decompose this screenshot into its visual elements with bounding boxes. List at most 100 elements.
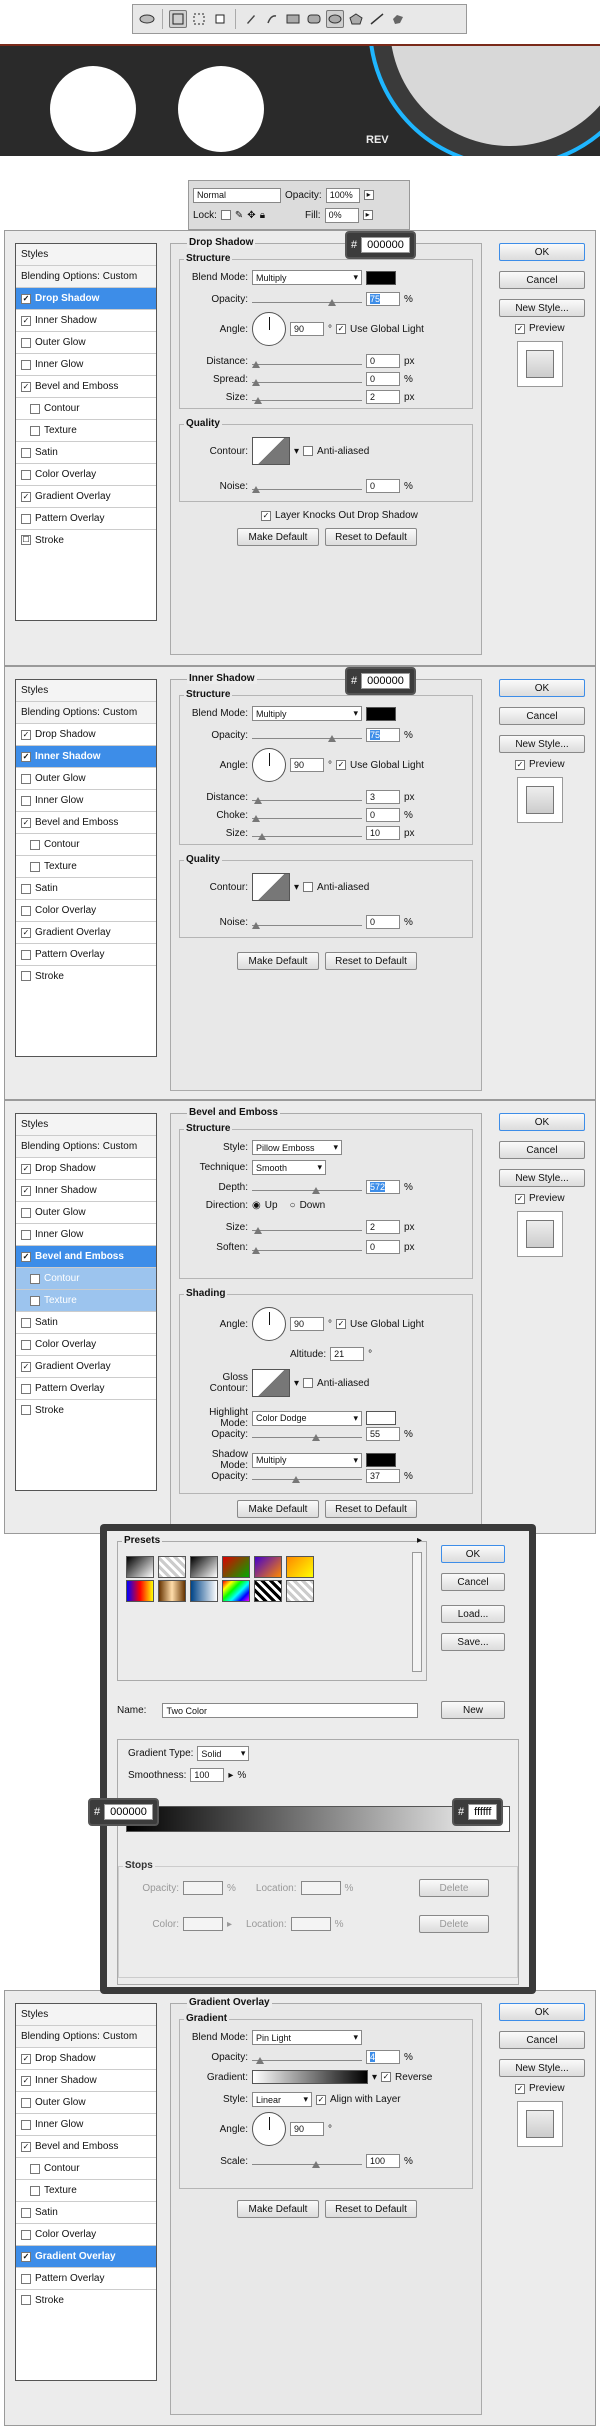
style-contour[interactable]: Contour	[16, 398, 156, 420]
distance-input[interactable]: 0	[366, 354, 400, 368]
blend-mode-dropdown[interactable]: Pin Light ▾	[252, 2030, 362, 2045]
styles-header[interactable]: Styles	[16, 1114, 156, 1136]
preset-swatch[interactable]	[190, 1580, 218, 1602]
style-satin[interactable]: Satin	[16, 2202, 156, 2224]
fill-pixels-icon[interactable]	[211, 10, 229, 28]
align-checkbox[interactable]: Align with Layer	[330, 2094, 401, 2105]
styles-header[interactable]: Styles	[16, 2004, 156, 2026]
preview-checkbox[interactable]: Preview	[529, 759, 565, 770]
save-button[interactable]: Save...	[441, 1633, 505, 1651]
pen-icon[interactable]	[242, 10, 260, 28]
opacity-input[interactable]: 4	[366, 2050, 400, 2064]
altitude-input[interactable]: 21	[330, 1347, 365, 1361]
style-satin[interactable]: Satin	[16, 878, 156, 900]
shadow-mode-dropdown[interactable]: Multiply ▾	[252, 1452, 362, 1468]
angle-dial[interactable]	[252, 748, 286, 782]
make-default-button[interactable]: Make Default	[237, 528, 319, 546]
new-style-button[interactable]: New Style...	[499, 299, 585, 317]
load-button[interactable]: Load...	[441, 1605, 505, 1623]
preset-swatch[interactable]	[126, 1580, 154, 1602]
left-stop-hex-input[interactable]: 000000	[104, 1804, 153, 1820]
style-satin[interactable]: Satin	[16, 442, 156, 464]
styles-header[interactable]: Styles	[16, 680, 156, 702]
make-default-button[interactable]: Make Default	[237, 952, 319, 970]
hex-input[interactable]: 000000	[361, 673, 410, 689]
technique-dropdown[interactable]: Smooth ▾	[252, 1160, 326, 1175]
noise-input[interactable]: 0	[366, 915, 400, 929]
style-gradient-overlay[interactable]: ✓ Gradient Overlay	[16, 2246, 156, 2268]
style-inner-shadow[interactable]: ✓ Inner Shadow	[16, 1180, 156, 1202]
use-global-light-checkbox[interactable]: Use Global Light	[350, 760, 424, 771]
make-default-button[interactable]: Make Default	[237, 2200, 319, 2218]
preview-checkbox[interactable]: Preview	[529, 2083, 565, 2094]
ok-button[interactable]: OK	[441, 1545, 505, 1563]
angle-input[interactable]: 90	[290, 2122, 324, 2136]
line-icon[interactable]	[368, 10, 386, 28]
shadow-color-swatch[interactable]	[366, 1453, 396, 1467]
opacity-input[interactable]: 75	[366, 292, 400, 306]
anti-aliased-checkbox[interactable]: Anti-aliased	[317, 446, 369, 457]
right-stop-hex-input[interactable]: ffffff	[468, 1804, 498, 1820]
style-color-overlay[interactable]: Color Overlay	[16, 900, 156, 922]
gradient-type-dropdown[interactable]: Solid ▾	[197, 1746, 250, 1761]
blend-mode-dropdown[interactable]: Multiply ▾	[252, 270, 362, 285]
soften-slider[interactable]	[252, 1243, 362, 1254]
style-inner-shadow[interactable]: ✓ Inner Shadow	[16, 746, 156, 768]
stop-color-location-input[interactable]	[290, 1917, 331, 1931]
gradient-preview[interactable]	[252, 2070, 368, 2084]
style-contour[interactable]: Contour	[16, 2158, 156, 2180]
ok-button[interactable]: OK	[499, 2003, 585, 2021]
style-stroke[interactable]: Stroke	[16, 2290, 156, 2380]
highlight-mode-dropdown[interactable]: Color Dodge ▾	[252, 1410, 362, 1426]
cancel-button[interactable]: Cancel	[499, 1141, 585, 1159]
spread-input[interactable]: 0	[366, 372, 400, 386]
preset-swatch[interactable]	[126, 1556, 154, 1578]
style-outer-glow[interactable]: Outer Glow	[16, 332, 156, 354]
opacity-input[interactable]: 75	[366, 728, 400, 742]
new-style-button[interactable]: New Style...	[499, 735, 585, 753]
style-inner-glow[interactable]: Inner Glow	[16, 1224, 156, 1246]
shadow-opacity-slider[interactable]	[252, 1472, 362, 1483]
depth-slider[interactable]	[252, 1183, 362, 1194]
contour-picker[interactable]	[252, 437, 290, 465]
new-style-button[interactable]: New Style...	[499, 1169, 585, 1187]
contour-picker[interactable]	[252, 873, 290, 901]
anti-aliased-checkbox[interactable]: Anti-aliased	[317, 882, 369, 893]
polygon-icon[interactable]	[347, 10, 365, 28]
spread-slider[interactable]	[252, 375, 362, 386]
noise-slider[interactable]	[252, 918, 362, 929]
shadow-color-swatch[interactable]	[366, 270, 396, 285]
style-pattern-overlay[interactable]: Pattern Overlay	[16, 1378, 156, 1400]
highlight-opacity-slider[interactable]	[252, 1430, 362, 1441]
style-stroke[interactable]: ☐ Stroke	[16, 530, 156, 620]
cancel-button[interactable]: Cancel	[499, 707, 585, 725]
opacity-slider[interactable]	[252, 295, 362, 306]
hex-input[interactable]: 000000	[361, 237, 410, 253]
rectangle-icon[interactable]	[284, 10, 302, 28]
style-drop-shadow[interactable]: ✓ Drop Shadow	[16, 2048, 156, 2070]
style-outer-glow[interactable]: Outer Glow	[16, 768, 156, 790]
style-stroke[interactable]: Stroke	[16, 1400, 156, 1490]
noise-slider[interactable]	[252, 482, 362, 493]
smoothness-input[interactable]: 100	[190, 1768, 225, 1782]
stop-location-input[interactable]	[300, 1881, 341, 1895]
gloss-contour-picker[interactable]	[252, 1369, 290, 1397]
fill-input[interactable]: 0%	[324, 207, 359, 223]
use-global-light-checkbox[interactable]: Use Global Light	[350, 1319, 424, 1330]
size-slider[interactable]	[252, 393, 362, 404]
lock-brush-icon[interactable]: ✎	[235, 210, 243, 221]
style-pattern-overlay[interactable]: Pattern Overlay	[16, 508, 156, 530]
size-slider[interactable]	[252, 1223, 362, 1234]
style-bevel-emboss[interactable]: ✓ Bevel and Emboss	[16, 376, 156, 398]
distance-input[interactable]: 3	[366, 790, 400, 804]
use-global-light-checkbox[interactable]: Use Global Light	[350, 324, 424, 335]
make-default-button[interactable]: Make Default	[237, 1500, 319, 1518]
distance-slider[interactable]	[252, 357, 362, 368]
name-input[interactable]: Two Color	[162, 1703, 419, 1718]
stop-color-swatch[interactable]	[183, 1917, 223, 1931]
style-texture[interactable]: Texture	[16, 1290, 156, 1312]
arrow-icon[interactable]: ▸	[362, 210, 373, 220]
rounded-rectangle-icon[interactable]	[305, 10, 323, 28]
style-color-overlay[interactable]: Color Overlay	[16, 1334, 156, 1356]
style-bevel-emboss[interactable]: ✓ Bevel and Emboss	[16, 1246, 156, 1268]
